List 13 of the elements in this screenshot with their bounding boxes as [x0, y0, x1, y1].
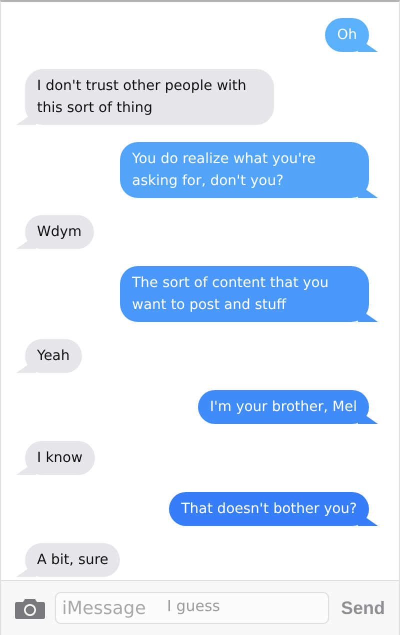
obscured-message: I guess	[167, 597, 220, 615]
received-message: I know	[16, 441, 95, 475]
send-button[interactable]: Send	[338, 598, 387, 618]
sent-message: The sort of content that you want to post and stuff	[120, 266, 378, 322]
sent-message: That doesn't bother you?	[169, 492, 378, 526]
sent-message: I'm your brother, Mel	[198, 390, 378, 424]
sent-message: You do realize what you're asking for, don't you?	[120, 142, 378, 198]
sent-message: Oh	[325, 18, 378, 52]
received-message: Wdym	[16, 215, 94, 249]
received-message: I don't trust other people with this sort of thing	[16, 69, 274, 125]
received-message: Yeah	[16, 339, 82, 373]
camera-icon[interactable]	[15, 597, 45, 619]
received-message: A bit, sure	[16, 543, 120, 577]
